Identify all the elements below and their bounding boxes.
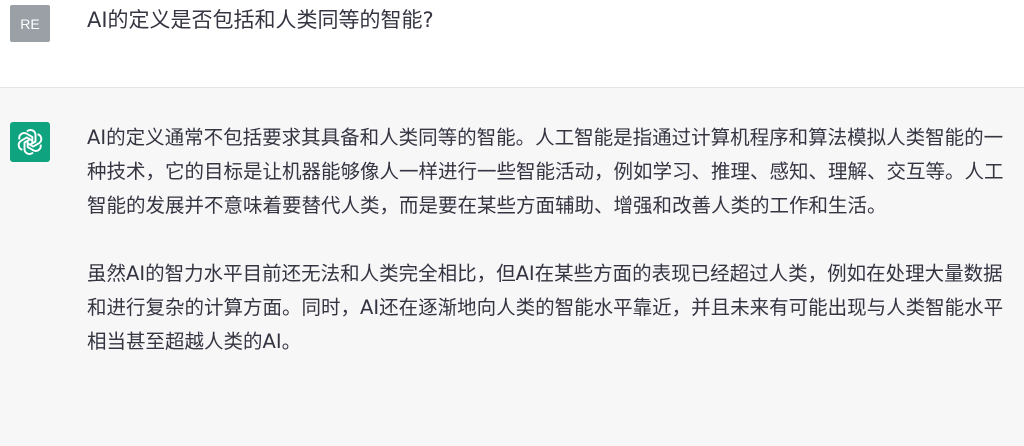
user-avatar: RE: [10, 5, 50, 42]
openai-logo-icon: [10, 122, 50, 162]
chat-conversation: RE AI的定义是否包括和人类同等的智能? AI的定义通常不包括要求其具备和人类…: [0, 0, 1024, 446]
assistant-message-row: AI的定义通常不包括要求其具备和人类同等的智能。人工智能是指通过计算机程序和算法…: [0, 88, 1024, 446]
assistant-message-text: AI的定义通常不包括要求其具备和人类同等的智能。人工智能是指通过计算机程序和算法…: [87, 121, 1012, 359]
assistant-paragraph: AI的定义通常不包括要求其具备和人类同等的智能。人工智能是指通过计算机程序和算法…: [87, 126, 1004, 217]
user-message-row: RE AI的定义是否包括和人类同等的智能?: [0, 0, 1024, 88]
assistant-paragraph: 虽然AI的智力水平目前还无法和人类完全相比，但AI在某些方面的表现已经超过人类，…: [87, 262, 1004, 353]
openai-logo-glyph: [17, 129, 43, 155]
user-message-text: AI的定义是否包括和人类同等的智能?: [87, 8, 434, 32]
